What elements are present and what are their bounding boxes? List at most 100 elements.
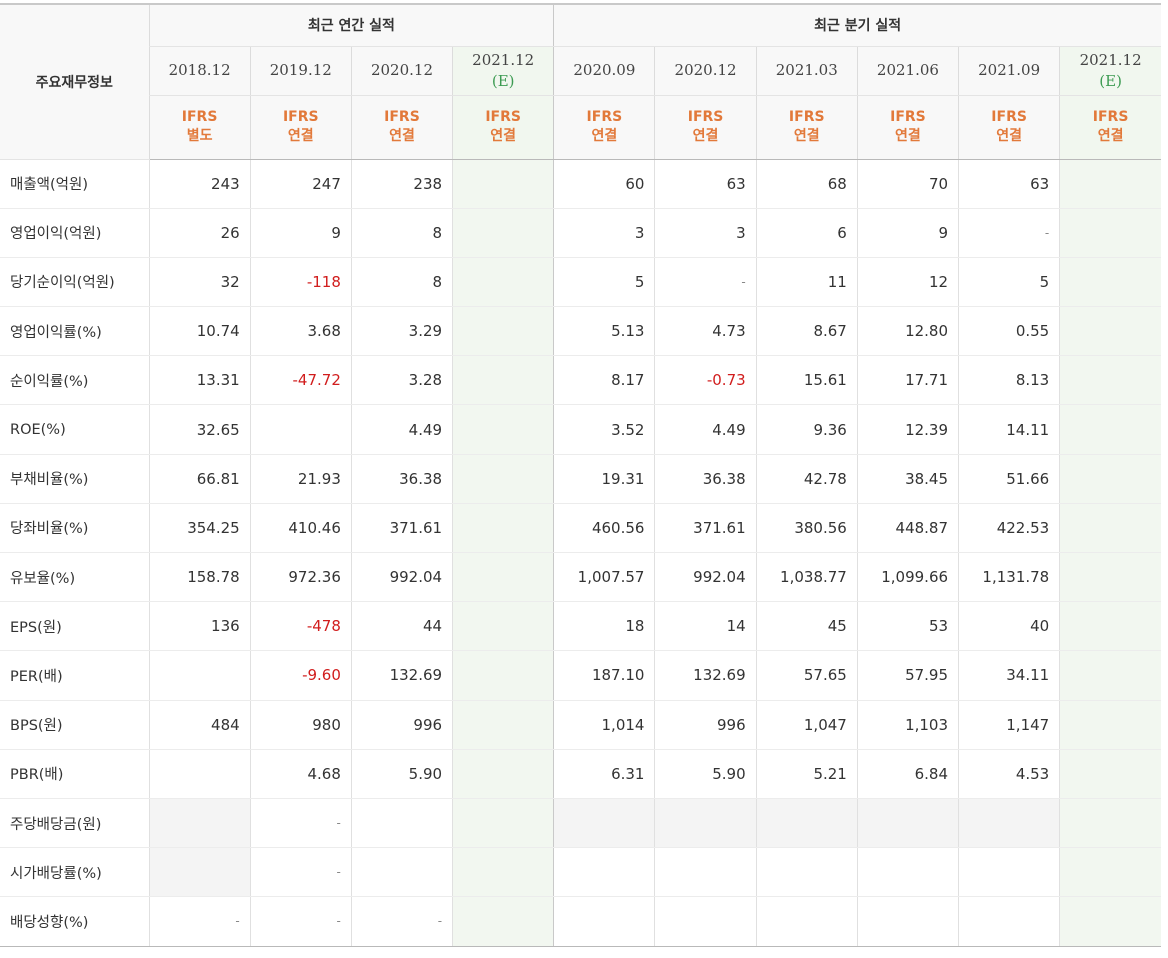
- table-cell: 42.78: [755, 453, 858, 504]
- table-cell: 68: [755, 159, 858, 209]
- table-cell: 11: [755, 257, 858, 308]
- period-basis-9: IFRS 연결: [1059, 95, 1161, 160]
- table-cell: -: [249, 847, 352, 898]
- table-row: 당좌비율(%) 354.25 410.46 371.61 460.56 371.61 380…: [0, 503, 1161, 554]
- table-cell: -9.60: [249, 650, 352, 701]
- period-basis-5: IFRS 연결: [654, 95, 757, 160]
- table-cell: 1,047: [755, 700, 858, 750]
- row-label: 당좌비율(%): [0, 503, 149, 554]
- table-cell: [755, 797, 858, 849]
- ifrs-label: IFRS: [1092, 109, 1129, 125]
- table-cell: [958, 847, 1060, 898]
- table-cell: 238: [350, 159, 453, 209]
- table-row: 시가배당률(%) -: [0, 847, 1161, 898]
- table-cell: 4.49: [654, 404, 757, 455]
- period-date-0: 2018.12: [148, 46, 251, 96]
- row-label: 순이익률(%): [0, 355, 149, 406]
- row-label: PER(배): [0, 650, 149, 701]
- basis-label: 별도: [186, 128, 213, 144]
- table-cell: 132.69: [654, 650, 757, 701]
- period-basis-1: IFRS 연결: [249, 95, 352, 160]
- table-row: EPS(원) 136 -478 44 18 14 45 53 40: [0, 601, 1161, 652]
- basis-label: 연결: [895, 128, 921, 144]
- period-date-text: 2020.09: [573, 61, 636, 79]
- table-cell: 12: [856, 257, 959, 308]
- table-cell: 38.45: [856, 453, 959, 504]
- table-cell: [148, 650, 251, 701]
- table-cell: -: [350, 896, 453, 947]
- table-row: 영업이익(억원) 26 9 8 3 3 6 9-: [0, 208, 1161, 258]
- table-row: 영업이익률(%) 10.74 3.68 3.29 5.13 4.73 8.67 12.80 0.…: [0, 306, 1161, 357]
- table-cell: 10.74: [148, 306, 251, 357]
- period-basis-8: IFRS 연결: [958, 95, 1060, 160]
- table-cell: [452, 749, 554, 799]
- table-cell: [1059, 700, 1161, 750]
- period-date-1: 2019.12: [249, 46, 352, 96]
- table-cell: [452, 797, 554, 849]
- table-cell: 51.66: [958, 453, 1060, 504]
- table-cell: 8.17: [553, 355, 655, 406]
- row-label: 주당배당금(원): [0, 797, 149, 849]
- table-cell: 0.55: [958, 306, 1060, 357]
- table-cell: 8.67: [755, 306, 858, 357]
- table-cell: 40: [958, 601, 1060, 652]
- table-cell: 6: [755, 208, 858, 258]
- period-date-7: 2021.06: [856, 46, 959, 96]
- table-row: 배당성향(%) - - -: [0, 896, 1161, 947]
- table-cell: 8.13: [958, 355, 1060, 406]
- table-cell: -: [148, 896, 251, 947]
- table-cell: 9.36: [755, 404, 858, 455]
- period-date-5: 2020.12: [654, 46, 757, 96]
- row-label: 배당성향(%): [0, 896, 149, 947]
- table-cell: -0.73: [654, 355, 757, 406]
- table-cell: 6.31: [553, 749, 655, 799]
- table-row: 유보율(%) 158.78 972.36 992.04 1,007.57 992.04 1,…: [0, 552, 1161, 603]
- table-cell: 26: [148, 208, 251, 258]
- table-cell: [1059, 404, 1161, 455]
- ifrs-label: IFRS: [788, 109, 825, 125]
- table-cell: 13.31: [148, 355, 251, 406]
- table-cell: 3.52: [553, 404, 655, 455]
- table-cell: [654, 896, 757, 947]
- table-cell: 158.78: [148, 552, 251, 603]
- row-label: 매출액(억원): [0, 159, 149, 209]
- table-cell: 992.04: [350, 552, 453, 603]
- table-cell: [452, 257, 554, 308]
- table-cell: 247: [249, 159, 352, 209]
- basis-label: 연결: [591, 128, 618, 144]
- table-cell: 4.73: [654, 306, 757, 357]
- period-basis-6: IFRS 연결: [755, 95, 858, 160]
- table-cell: 371.61: [350, 503, 453, 554]
- table-cell: 972.36: [249, 552, 352, 603]
- table-cell: [452, 453, 554, 504]
- table-cell: [654, 797, 757, 849]
- table-cell: [452, 552, 554, 603]
- table-cell: 60: [553, 159, 655, 209]
- table-cell: 9: [249, 208, 352, 258]
- table-cell: 1,014: [553, 700, 655, 750]
- table-cell: 21.93: [249, 453, 352, 504]
- table-row: BPS(원) 484 980 996 1,014 996 1,047 1,103 1,147: [0, 700, 1161, 750]
- table-cell: [1059, 257, 1161, 308]
- table-cell: 66.81: [148, 453, 251, 504]
- table-cell: 3.28: [350, 355, 453, 406]
- table-cell: 57.95: [856, 650, 959, 701]
- table-cell: [856, 847, 959, 898]
- table-cell: -: [958, 208, 1060, 258]
- row-label: 영업이익률(%): [0, 306, 149, 357]
- period-date-text: 2020.12: [370, 61, 433, 79]
- table-cell: 14.11: [958, 404, 1060, 455]
- table-cell: 8: [350, 208, 453, 258]
- period-date-text: 2020.12: [674, 61, 737, 79]
- table-cell: 6.84: [856, 749, 959, 799]
- table-cell: 484: [148, 700, 251, 750]
- period-date-text: 2021.06: [876, 61, 939, 79]
- table-row: PER(배) -9.60 132.69 187.10 132.69 57.65 57.95 3…: [0, 650, 1161, 701]
- row-label: BPS(원): [0, 700, 149, 750]
- period-basis-3: IFRS 연결: [452, 95, 554, 160]
- table-cell: -47.72: [249, 355, 352, 406]
- period-date-2: 2020.12: [350, 46, 453, 96]
- table-cell: [148, 749, 251, 799]
- ifrs-label: IFRS: [586, 109, 623, 125]
- table-cell: 1,131.78: [958, 552, 1060, 603]
